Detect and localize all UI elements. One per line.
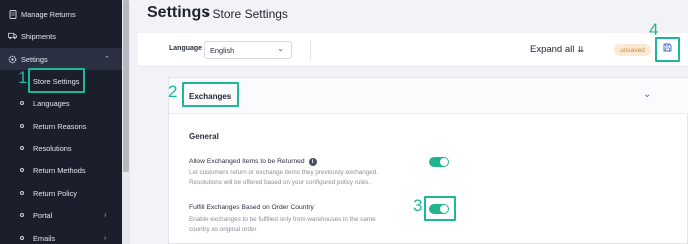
bullet-icon [20, 236, 24, 240]
page-subtitle: • Store Settings [205, 7, 288, 21]
bullet-icon [20, 146, 24, 150]
language-select[interactable]: English ⌄ [204, 41, 292, 59]
sidebar-item-label: Return Reasons [33, 121, 87, 131]
sidebar-item-settings[interactable]: Settings ⌃ [0, 48, 122, 70]
chevron-right-icon: › [104, 211, 107, 219]
sidebar-item-resolutions[interactable]: Resolutions [0, 137, 122, 159]
annotation-highlight [28, 68, 85, 93]
annotation-number: 3 [413, 196, 423, 215]
sidebar-item-label: Manage Returns [21, 9, 76, 19]
annotation-highlight [424, 196, 456, 221]
chevron-down-icon[interactable]: ⌄ [643, 89, 651, 100]
sidebar-item-label: Return Policy [33, 188, 77, 198]
sidebar-item-label: Return Methods [33, 165, 86, 175]
setting-description: Enable exchanges to be fulfilled only fr… [189, 215, 419, 235]
allow-exchanged-returns-toggle[interactable] [429, 157, 449, 167]
setting-description-line: country as original order [189, 226, 257, 233]
setting-description-line: Enable exchanges to be fulfilled only fr… [189, 216, 376, 223]
sidebar-item-label: Portal [33, 210, 53, 220]
gear-icon [8, 55, 17, 64]
bullet-icon [20, 168, 24, 172]
expand-all-label: Expand all [530, 44, 575, 55]
sidebar-scrollbar-thumb[interactable] [123, 0, 129, 172]
sidebar-item-shipments[interactable]: Shipments [0, 25, 122, 47]
toolbar-divider [310, 40, 311, 60]
page-title: Settings [147, 4, 211, 21]
sidebar-item-return-policy[interactable]: Return Policy [0, 182, 122, 204]
annotation-highlight [655, 37, 680, 62]
truck-icon [8, 32, 17, 41]
setting-description: Let customers return or exchange items t… [189, 168, 419, 188]
sidebar-item-label: Settings [21, 54, 48, 64]
chevron-down-icon: ⌄ [277, 44, 284, 53]
bullet-icon [20, 191, 24, 195]
sidebar-item-emails[interactable]: Emails › [0, 227, 122, 244]
sidebar-item-label: Languages [33, 98, 70, 108]
toggle-knob [440, 158, 448, 166]
breadcrumb-separator: • [205, 7, 210, 21]
sidebar-item-languages[interactable]: Languages [0, 92, 122, 114]
chevron-right-icon: › [104, 234, 107, 242]
section-title: General [189, 132, 219, 141]
exchanges-panel-header[interactable]: Exchanges ⌄ [169, 78, 688, 114]
settings-toolbar: Language English ⌄ Expand all ⇊ unsaved [138, 33, 688, 67]
setting-description-line: Let customers return or exchange items t… [189, 169, 379, 176]
info-icon[interactable]: i [308, 158, 317, 166]
sidebar-item-label: Resolutions [33, 143, 72, 153]
document-icon [8, 9, 17, 19]
bullet-icon [20, 101, 24, 105]
sidebar-item-return-reasons[interactable]: Return Reasons [0, 115, 122, 137]
setting-label-text: Allow Exchanged Items to be Returned [189, 158, 305, 165]
language-select-value: English [210, 46, 235, 55]
annotation-number: 1 [18, 68, 28, 87]
sidebar-item-portal[interactable]: Portal › [0, 204, 122, 226]
chevron-up-icon: ⌃ [104, 56, 110, 63]
sidebar: Manage Returns Shipments Settings ⌃ Stor… [0, 0, 122, 244]
status-badge: unsaved [614, 44, 651, 56]
setting-label-fulfill-by-country: Fulfill Exchanges Based on Order Country [189, 204, 314, 211]
sidebar-item-manage-returns[interactable]: Manage Returns [0, 3, 122, 25]
bullet-icon [20, 213, 24, 217]
double-chevron-down-icon: ⇊ [577, 45, 585, 54]
annotation-highlight [182, 82, 239, 107]
bullet-icon [20, 124, 24, 128]
breadcrumb-current: Store Settings [212, 7, 288, 21]
sidebar-item-return-methods[interactable]: Return Methods [0, 159, 122, 181]
sidebar-item-label: Shipments [21, 31, 56, 41]
setting-label-allow-exchanged-returns: Allow Exchanged Items to be Returned i [189, 158, 317, 166]
language-label: Language [169, 45, 203, 52]
annotation-number: 2 [168, 82, 178, 101]
setting-description-line: Resolutions will be offered based on you… [189, 179, 371, 186]
expand-all-button[interactable]: Expand all ⇊ [530, 44, 584, 55]
sidebar-item-label: Emails [33, 233, 56, 243]
